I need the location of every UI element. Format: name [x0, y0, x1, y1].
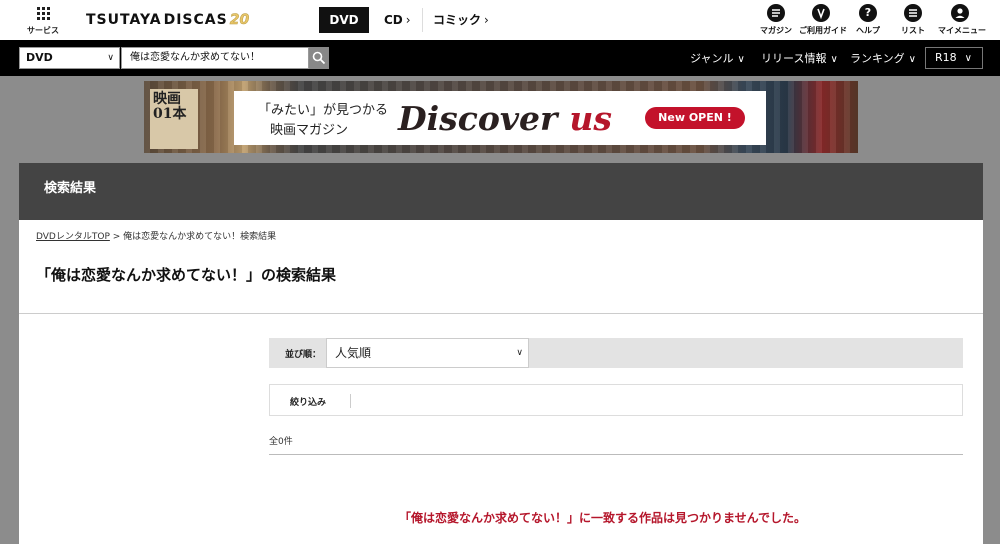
icon-label: マイメニュー	[938, 26, 986, 35]
banner-discover-text: Discover	[398, 99, 558, 138]
breadcrumb-link-dvd-top[interactable]: DVDレンタルTOP	[36, 232, 110, 242]
banner-poster: 映画 01本	[150, 89, 198, 149]
chevron-down-icon: ∨	[107, 53, 114, 63]
services-menu[interactable]: サービス	[26, 5, 60, 36]
banner-line-1: 「みたい」が見つかる	[258, 103, 389, 118]
new-open-badge: New OPEN !	[645, 107, 745, 129]
discover-us-banner[interactable]: 映画 01本 「みたい」が見つかる 映画マガジン Discover us New O…	[144, 81, 858, 153]
sort-bar: 並び順： 人気順 ∨	[269, 338, 963, 368]
nav-release-info[interactable]: リリース情報 ∨	[761, 50, 838, 66]
search-category-value: DVD	[26, 51, 53, 64]
guide-button[interactable]: ご利用ガイド	[799, 4, 847, 36]
breadcrumb: DVDレンタルTOP > 俺は恋愛なんか求めてない！検索結果	[36, 229, 276, 242]
logo-text-20: 20	[229, 12, 250, 29]
category-tab-comic[interactable]: コミック ›	[433, 7, 489, 33]
divider	[350, 394, 351, 408]
icon-label: ヘルプ	[856, 26, 880, 35]
icon-label: リスト	[901, 26, 925, 35]
sort-label: 並び順：	[285, 350, 322, 360]
list-button[interactable]: リスト	[891, 4, 935, 36]
search-input[interactable]: 俺は恋愛なんか求めてない！	[121, 47, 309, 69]
mymenu-button[interactable]: マイメニュー	[938, 4, 986, 36]
chevron-down-icon: ∨	[516, 348, 523, 358]
sort-select[interactable]: 人気順 ∨	[326, 338, 529, 368]
user-icon	[951, 4, 969, 22]
chevron-down-icon: ∨	[737, 54, 745, 65]
nav-ranking[interactable]: ランキング ∨	[850, 50, 916, 66]
search-results-panel: 検索結果 DVDレンタルTOP > 俺は恋愛なんか求めてない！検索結果 「俺は恋…	[19, 163, 983, 544]
magazine-button[interactable]: マガジン	[754, 4, 798, 36]
chevron-down-icon: ∨	[830, 54, 838, 65]
nav-genre[interactable]: ジャンル ∨	[690, 50, 745, 66]
chevron-right-icon: ›	[405, 13, 411, 27]
breadcrumb-separator: >	[109, 232, 124, 242]
magazine-icon	[767, 4, 785, 22]
banner-discover-us-logo: Discover us	[398, 99, 612, 138]
chevron-down-icon: ∨	[908, 54, 916, 65]
guide-icon	[812, 4, 830, 22]
divider	[422, 8, 423, 32]
category-tab-label: CD	[384, 13, 403, 27]
breadcrumb-current: 俺は恋愛なんか求めてない！検索結果	[123, 232, 277, 242]
help-icon: ?	[859, 4, 877, 22]
banner-card: 「みたい」が見つかる 映画マガジン Discover us New OPEN !	[234, 91, 766, 145]
divider	[19, 313, 983, 314]
category-tab-dvd[interactable]: DVD	[319, 7, 369, 33]
logo-text-tsutaya: TSUTAYA	[86, 12, 162, 28]
category-tab-label: DVD	[329, 13, 359, 27]
page-title: 「俺は恋愛なんか求めてない！」の検索結果	[36, 266, 337, 284]
grid-icon	[36, 7, 50, 20]
tsutaya-discas-logo[interactable]: TSUTAYA DISCAS 20	[86, 10, 249, 30]
filter-bar[interactable]: 絞り込み	[269, 384, 963, 416]
chevron-right-icon: ›	[484, 13, 489, 27]
r18-label: R18	[935, 51, 957, 64]
services-label: サービス	[27, 26, 59, 35]
category-tab-cd[interactable]: CD ›	[384, 7, 411, 33]
no-results-message: 「俺は恋愛なんか求めてない！」に一致する作品は見つかりませんでした。	[399, 511, 807, 525]
r18-select[interactable]: R18 ∨	[925, 47, 983, 69]
top-header: サービス TSUTAYA DISCAS 20 DVD CD › コミック › マガジ…	[0, 0, 1000, 40]
search-button[interactable]	[309, 47, 329, 69]
chevron-down-icon: ∨	[964, 53, 972, 64]
banner-us-text: us	[569, 99, 612, 138]
search-icon	[312, 51, 326, 65]
logo-text-discas: DISCAS	[163, 12, 228, 28]
search-category-select[interactable]: DVD ∨	[19, 47, 120, 69]
panel-header: 検索結果	[19, 163, 983, 220]
icon-label: マガジン	[760, 26, 792, 35]
nav-label: リリース情報	[761, 52, 827, 65]
filter-label: 絞り込み	[290, 398, 327, 408]
search-bar: DVD ∨ 俺は恋愛なんか求めてない！ ジャンル ∨ リリース情報 ∨ ランキング ∨…	[0, 40, 1000, 76]
divider	[269, 454, 963, 455]
banner-line-2: 映画マガジン	[270, 123, 349, 138]
sort-value: 人気順	[335, 346, 372, 360]
icon-label: ご利用ガイド	[799, 26, 847, 35]
panel-header-title: 検索結果	[44, 181, 97, 196]
list-icon	[904, 4, 922, 22]
result-count: 全0件	[269, 437, 293, 447]
nav-label: ジャンル	[690, 52, 734, 65]
nav-label: ランキング	[850, 52, 905, 65]
help-button[interactable]: ? ヘルプ	[846, 4, 890, 36]
category-tab-label: コミック	[433, 13, 482, 27]
